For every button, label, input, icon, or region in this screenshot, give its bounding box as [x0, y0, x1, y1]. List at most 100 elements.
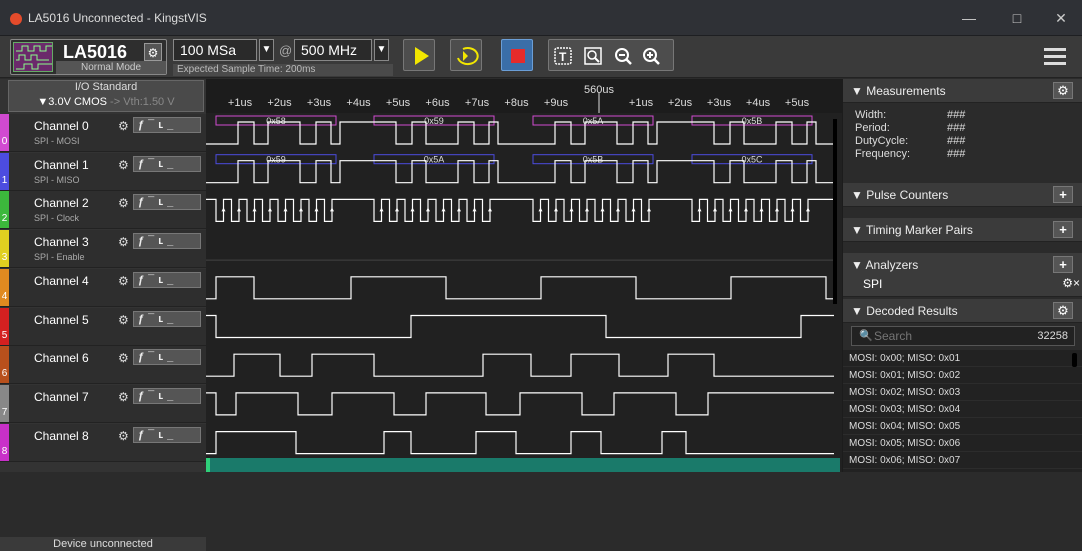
analyzers-header: ▼ Analyzers + SPI ⚙ × [843, 253, 1082, 297]
timing-markers-header[interactable]: ▼ Timing Marker Pairs + [843, 218, 1082, 242]
channel-row[interactable]: 7 Channel 7 ⚙ ƒ¯ʟ_ [0, 384, 206, 423]
decoded-results-title: ▼ Decoded Results [851, 304, 958, 318]
clock-edge-arrow [631, 207, 636, 212]
channel-row[interactable]: 4 Channel 4 ⚙ ƒ¯ʟ_ [0, 268, 206, 307]
results-scrollbar[interactable] [1072, 353, 1077, 367]
decoded-result-row[interactable]: MOSI: 0x04; MISO: 0x05 [843, 418, 1082, 435]
analyzer-settings-gear-icon[interactable]: ⚙ [1062, 276, 1073, 290]
add-timing-marker-button[interactable]: + [1053, 221, 1073, 238]
channel-settings-gear-icon[interactable]: ⚙ [118, 119, 129, 133]
trigger-selector[interactable]: ƒ¯ʟ_ [133, 387, 201, 404]
trigger-selector[interactable]: ƒ¯ʟ_ [133, 117, 201, 133]
channel-settings-gear-icon[interactable]: ⚙ [118, 158, 129, 172]
channel-row[interactable]: 8 Channel 8 ⚙ ƒ¯ʟ_ [0, 423, 206, 462]
channel-settings-gear-icon[interactable]: ⚙ [118, 313, 129, 327]
channel-row[interactable]: 5 Channel 5 ⚙ ƒ¯ʟ_ [0, 307, 206, 346]
clock-edge-arrow [616, 207, 620, 212]
io-standard-selector[interactable]: I/O Standard ▼3.0V CMOS -> Vth:1.50 V [8, 80, 204, 112]
remove-analyzer-close-icon[interactable]: × [1073, 276, 1082, 290]
trigger-selector[interactable]: ƒ¯ʟ_ [133, 426, 201, 443]
clock-edge-arrow [472, 207, 477, 212]
decoded-search-input[interactable] [874, 328, 1004, 344]
channel-settings-gear-icon[interactable]: ⚙ [118, 274, 129, 288]
zoom-in-icon[interactable] [643, 48, 660, 65]
channel-settings-gear-icon[interactable]: ⚙ [118, 196, 129, 210]
analyzer-spi[interactable]: SPI [863, 277, 882, 291]
trigger-selector[interactable]: ƒ¯ʟ_ [133, 233, 201, 250]
channel-5-waveform [206, 314, 834, 339]
decoded-results-list[interactable]: MOSI: 0x00; MISO: 0x01 MOSI: 0x01; MISO: … [843, 350, 1082, 472]
menu-hamburger-icon[interactable] [1044, 48, 1066, 66]
device-settings-gear-icon[interactable]: ⚙ [144, 43, 162, 61]
zoom-fit-icon[interactable] [584, 47, 602, 65]
maximize-button[interactable]: □ [1002, 8, 1032, 28]
decoded-result-row[interactable]: MOSI: 0x00; MISO: 0x01 [843, 350, 1082, 367]
decoded-result-row[interactable]: MOSI: 0x03; MISO: 0x04 [843, 401, 1082, 418]
decoded-result-row[interactable]: MOSI: 0x05; MISO: 0x06 [843, 435, 1082, 452]
play-icon [415, 47, 429, 65]
decoded-results-header[interactable]: ▼ Decoded Results ⚙ [843, 299, 1082, 323]
trigger-selector[interactable]: ƒ¯ʟ_ [133, 194, 201, 211]
measurement-label: Frequency: [855, 148, 911, 160]
clock-select[interactable]: 500 MHz [294, 39, 372, 61]
add-analyzer-button[interactable]: + [1053, 256, 1073, 273]
text-tool-icon[interactable]: T [554, 47, 572, 65]
start-button[interactable] [403, 39, 435, 71]
stop-icon [511, 49, 525, 63]
sample-rate-select[interactable]: 100 MSa [173, 39, 257, 61]
clock-edge-arrow [314, 207, 319, 212]
clock-edge-arrow [237, 207, 241, 212]
clock-edge-arrow [252, 207, 257, 212]
channel-color-tab: 7 [0, 384, 9, 422]
measurements-settings-gear-icon[interactable]: ⚙ [1053, 82, 1073, 99]
clock-edge-arrow [744, 207, 748, 212]
clock-dropdown-icon[interactable]: ▼ [374, 39, 389, 61]
decoded-results-settings-gear-icon[interactable]: ⚙ [1053, 302, 1073, 319]
time-tick-label: +5us [386, 97, 411, 109]
minimize-button[interactable]: — [954, 8, 984, 28]
channel-settings-gear-icon[interactable]: ⚙ [118, 429, 129, 443]
channel-row[interactable]: 1 Channel 1 SPI - MISO ⚙ ƒ¯ʟ_ [0, 152, 206, 191]
time-tick-label: +2us [668, 97, 693, 109]
measurements-header[interactable]: ▼ Measurements ⚙ [843, 79, 1082, 103]
device-selector[interactable]: LA5016 ⚙ Normal Mode [10, 39, 167, 75]
decoded-result-row[interactable]: MOSI: 0x01; MISO: 0x02 [843, 367, 1082, 384]
channel-analyzer-label: SPI - MOSI [34, 136, 80, 146]
channel-row[interactable]: 0 Channel 0 SPI - MOSI ⚙ ƒ¯ʟ_ [0, 114, 206, 152]
channel-settings-gear-icon[interactable]: ⚙ [118, 390, 129, 404]
waveform-canvas[interactable]: +1us +2us +3us +4us +5us +6us +7us +8us +9us 560u… [206, 79, 842, 472]
trigger-selector[interactable]: ƒ¯ʟ_ [133, 155, 201, 172]
clock-edge-arrow [713, 207, 717, 212]
close-button[interactable]: ✕ [1046, 8, 1076, 28]
io-standard-title: I/O Standard [74, 81, 138, 93]
clock-edge-arrow [775, 207, 779, 212]
time-tick-label: +5us [785, 97, 810, 109]
io-standard-value: ▼3.0V CMOS [37, 96, 107, 108]
pulse-counters-header[interactable]: ▼ Pulse Counters + [843, 183, 1082, 207]
trigger-selector[interactable]: ƒ¯ʟ_ [133, 310, 201, 327]
time-tick-label: +1us [228, 97, 253, 109]
trigger-selector[interactable]: ƒ¯ʟ_ [133, 349, 201, 366]
channel-settings-gear-icon[interactable]: ⚙ [118, 351, 129, 365]
time-tick-label: +8us [504, 97, 529, 109]
channel-color-tab: 1 [0, 152, 9, 190]
sample-rate-dropdown-icon[interactable]: ▼ [259, 39, 274, 61]
channel-name: Channel 1 [34, 157, 89, 172]
channel-row[interactable]: 6 Channel 6 ⚙ ƒ¯ʟ_ [0, 346, 206, 385]
device-status: Device unconnected [0, 537, 206, 551]
decoded-result-row[interactable]: MOSI: 0x02; MISO: 0x03 [843, 384, 1082, 401]
trigger-selector[interactable]: ƒ¯ʟ_ [133, 271, 201, 288]
continuous-run-button[interactable] [450, 39, 482, 71]
device-mode: Normal Mode [56, 61, 166, 74]
zoom-out-icon[interactable] [615, 48, 632, 65]
decoded-result-row[interactable]: MOSI: 0x06; MISO: 0x07 [843, 452, 1082, 469]
center-time-label: 560us [584, 84, 614, 96]
clock-edge-arrow [585, 207, 589, 212]
channel-settings-gear-icon[interactable]: ⚙ [118, 235, 129, 249]
add-pulse-counter-button[interactable]: + [1053, 186, 1073, 203]
channel-row[interactable]: 3 Channel 3 SPI - Enable ⚙ ƒ¯ʟ_ [0, 230, 206, 269]
stop-button[interactable] [501, 39, 533, 71]
channel-row[interactable]: 2 Channel 2 SPI - Clock ⚙ ƒ¯ʟ_ [0, 191, 206, 230]
clock-edge-arrow [488, 207, 492, 212]
waveform-area[interactable]: +1us +2us +3us +4us +5us +6us +7us +8us +9us 560u… [206, 79, 842, 472]
